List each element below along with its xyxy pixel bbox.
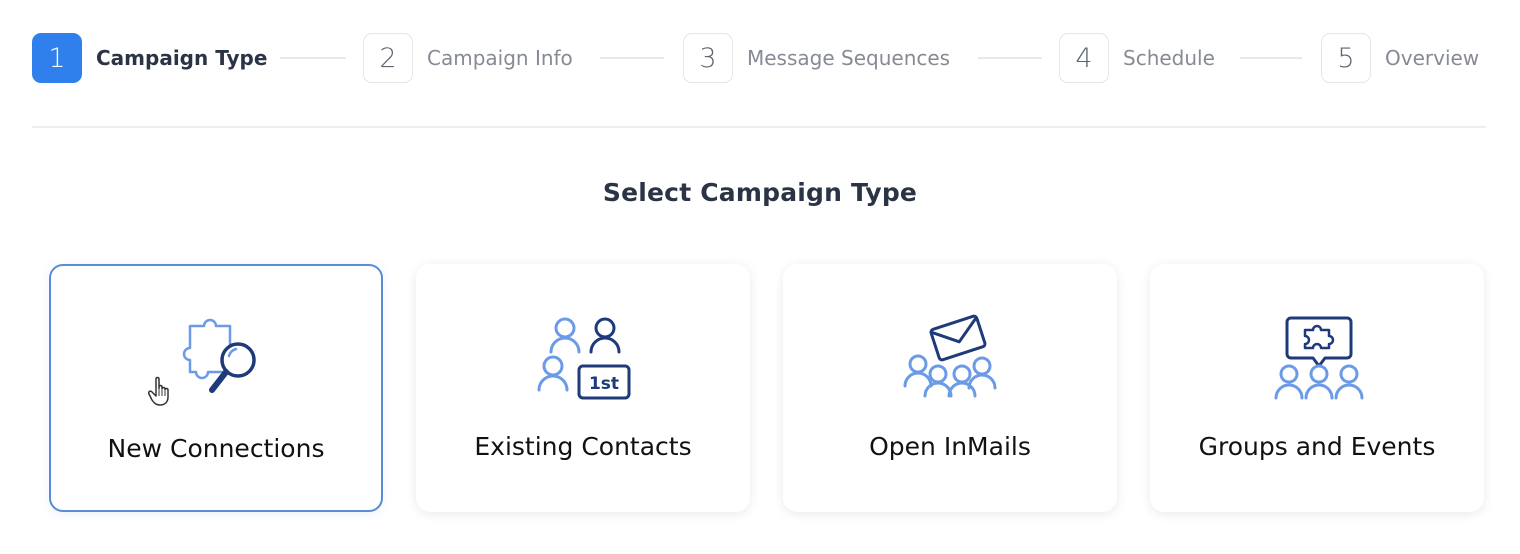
step-label: Campaign Info [427, 46, 573, 70]
card-label: Open InMails [869, 432, 1031, 461]
group-envelope-icon [903, 314, 997, 398]
step-label: Campaign Type [96, 46, 268, 70]
step-number: 3 [683, 33, 733, 83]
card-label: New Connections [107, 434, 325, 463]
step-number: 4 [1059, 33, 1109, 83]
step-label: Schedule [1123, 46, 1215, 70]
step-label: Overview [1385, 46, 1480, 70]
header-divider [32, 126, 1486, 128]
step-campaign-type[interactable]: 1 Campaign Type [32, 32, 267, 84]
campaign-type-card-existing-contacts[interactable]: 1st Existing Contacts [416, 264, 750, 512]
hand-cursor-icon [148, 376, 169, 406]
step-number: 2 [363, 33, 413, 83]
step-label: Message Sequences [747, 46, 951, 70]
step-overview[interactable]: 5 Overview [1321, 32, 1479, 84]
puzzle-search-icon [182, 318, 256, 393]
step-connector [1240, 57, 1302, 59]
step-campaign-info[interactable]: 2 Campaign Info [363, 32, 573, 84]
campaign-wizard: 1 Campaign Type 2 Campaign Info 3 Messag… [0, 0, 1520, 554]
campaign-type-card-groups-events[interactable]: Groups and Events [1150, 264, 1484, 512]
campaign-type-card-open-inmails[interactable]: Open InMails [783, 264, 1117, 512]
step-connector [280, 57, 346, 59]
card-label: Groups and Events [1198, 432, 1436, 461]
page-title: Select Campaign Type [602, 178, 918, 207]
step-connector [978, 57, 1042, 59]
step-number: 5 [1321, 33, 1371, 83]
svg-text:1st: 1st [589, 374, 619, 394]
step-number: 1 [32, 33, 82, 83]
first-degree-contacts-icon: 1st [537, 317, 631, 400]
step-schedule[interactable]: 4 Schedule [1059, 32, 1215, 84]
card-label: Existing Contacts [474, 432, 692, 461]
step-connector [600, 57, 664, 59]
group-chat-puzzle-icon [1274, 316, 1364, 400]
campaign-type-card-new-connections[interactable]: New Connections [49, 264, 383, 512]
step-message-sequences[interactable]: 3 Message Sequences [683, 32, 950, 84]
